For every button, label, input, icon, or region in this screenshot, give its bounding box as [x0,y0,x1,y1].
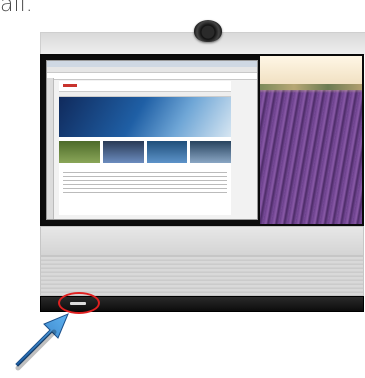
feature-tile [190,141,231,163]
display-screen [40,54,364,226]
site-feature-tiles [59,141,231,163]
photo-sky [260,56,362,86]
website-page [59,81,231,215]
site-logo [63,84,77,87]
video-endpoint-device [40,20,365,318]
speaker-grille [40,256,364,296]
site-hero-banner [59,97,231,137]
camera-icon [194,20,222,42]
blue-arrow-icon [15,313,69,371]
feature-tile [146,141,188,163]
feature-tile [59,141,100,163]
browser-window [46,60,258,220]
browser-address-bar [47,73,257,80]
photo-treeline [260,84,362,90]
feature-tile [102,141,144,163]
screen-chin [40,226,364,256]
browser-sidebar [47,78,54,219]
lavender-field-photo [260,56,362,224]
site-text-content [63,169,227,196]
caption-text: all. [0,0,33,17]
